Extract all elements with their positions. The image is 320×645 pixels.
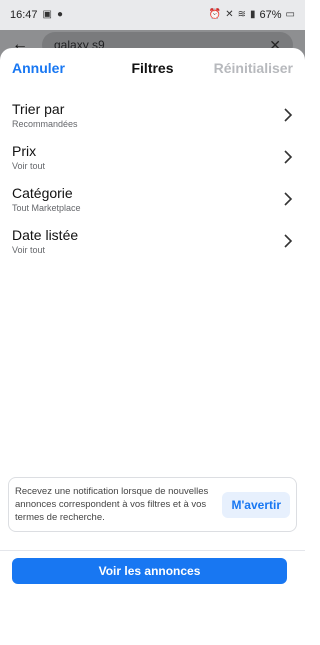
sheet-header: Annuler Filtres Réinitialiser [0, 48, 305, 88]
mute-icon: ✕ [225, 9, 234, 20]
filter-list: Trier par Recommandées Prix Voir tout Ca… [0, 94, 305, 262]
filter-row-sort[interactable]: Trier par Recommandées [0, 94, 305, 136]
alarm-icon: ⏰ [208, 9, 222, 20]
battery-icon: ▭ [285, 9, 295, 20]
status-time: 16:47 [10, 9, 38, 21]
filters-sheet: Annuler Filtres Réinitialiser Trier par … [0, 48, 305, 645]
chevron-right-icon [284, 108, 293, 122]
chevron-right-icon [284, 150, 293, 164]
filter-row-price[interactable]: Prix Voir tout [0, 136, 305, 178]
reset-button[interactable]: Réinitialiser [214, 60, 293, 76]
filter-label: Catégorie [12, 184, 73, 201]
chevron-right-icon [284, 192, 293, 206]
notification-text: Recevez une notification lorsque de nouv… [15, 486, 209, 523]
battery-level: 67% [259, 9, 282, 21]
cancel-button[interactable]: Annuler [12, 60, 65, 76]
status-bar: 16:47 ▣ ● ⏰ ✕ ≋ ▮ 67% ▭ [0, 0, 305, 30]
location-pin-icon: ● [56, 9, 64, 20]
notify-me-button[interactable]: M'avertir [222, 491, 290, 518]
filter-label: Date listée [12, 226, 79, 243]
gallery-icon: ▣ [42, 9, 52, 20]
notification-card: Recevez une notification lorsque de nouv… [8, 477, 297, 532]
view-listings-button[interactable]: Voir les annonces [12, 558, 287, 584]
filter-label: Trier par [12, 100, 65, 117]
filter-value: Voir tout [12, 244, 46, 255]
filter-label: Prix [12, 142, 37, 159]
filter-value: Recommandées [12, 118, 78, 129]
chevron-right-icon [284, 234, 293, 248]
filter-row-category[interactable]: Catégorie Tout Marketplace [0, 178, 305, 220]
filter-value: Tout Marketplace [12, 202, 81, 213]
wifi-icon: ≋ [237, 9, 246, 20]
filter-value: Voir tout [12, 160, 46, 171]
filter-row-date-listed[interactable]: Date listée Voir tout [0, 220, 305, 262]
divider [0, 550, 305, 551]
signal-icon: ▮ [250, 9, 256, 20]
